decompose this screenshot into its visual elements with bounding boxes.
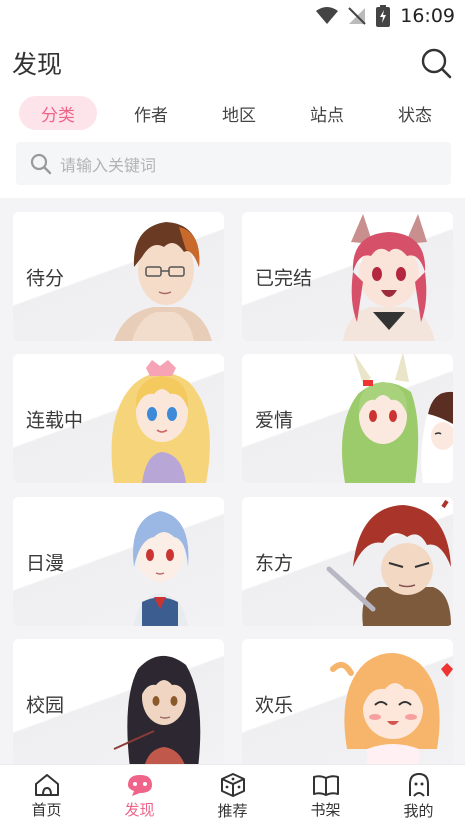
category-card[interactable]: 待分 [13,212,224,341]
category-label: 欢乐 [255,694,294,716]
category-grid: 待分 已完结 连载中 爱情 日漫 东方 校园 欢乐 [0,198,465,764]
nav-bookshelf[interactable]: 书架 [279,765,372,828]
tab-region[interactable]: 地区 [195,96,283,130]
status-time: 16:09 [400,5,455,27]
user-icon [408,772,429,797]
book-icon [312,775,339,796]
no-signal-icon [348,7,366,25]
nav-recommend[interactable]: 推荐 [186,765,279,828]
battery-charging-icon [376,5,391,27]
category-label: 连载中 [26,409,84,431]
category-card[interactable]: 日漫 [13,497,224,626]
category-card[interactable]: 爱情 [242,354,453,483]
category-card[interactable]: 校园 [13,639,224,764]
category-label: 已完结 [255,267,313,289]
nav-discover[interactable]: 发现 [93,765,186,828]
tab-site[interactable]: 站点 [283,96,371,130]
tab-author[interactable]: 作者 [107,96,195,130]
category-illustration [326,499,451,626]
search-button[interactable] [419,46,453,80]
home-icon [34,774,59,796]
category-label: 日漫 [26,552,65,574]
tab-category[interactable]: 分类 [19,96,97,130]
nav-home[interactable]: 首页 [0,765,93,828]
category-illustration [330,653,453,764]
header: 发现 [0,40,465,86]
dice-icon [220,773,245,797]
category-label: 校园 [26,694,65,716]
discover-icon [127,775,152,796]
search-icon [30,153,52,174]
search-icon [421,48,452,79]
filter-tabs: 分类 作者 地区 站点 状态 [19,96,459,130]
bottom-nav: 首页 发现 推荐 书架 我的 [0,764,465,828]
search-placeholder: 请输入关键词 [60,155,157,175]
category-card[interactable]: 欢乐 [242,639,453,764]
category-illustration [111,360,210,483]
category-card[interactable]: 已完结 [242,212,453,341]
category-label: 东方 [255,552,294,574]
wifi-icon [316,7,339,25]
category-illustration [113,656,201,764]
search-input[interactable]: 请输入关键词 [16,142,451,185]
category-label: 爱情 [255,409,294,431]
nav-profile[interactable]: 我的 [372,765,465,828]
category-card[interactable]: 东方 [242,497,453,626]
category-illustration [133,511,189,626]
status-bar: 16:09 [0,0,465,32]
category-illustration [114,222,212,341]
category-illustration [343,214,435,341]
category-card[interactable]: 连载中 [13,354,224,483]
category-label: 待分 [26,267,65,289]
page-title: 发现 [12,50,63,79]
category-illustration [341,354,453,483]
tab-status[interactable]: 状态 [371,96,459,130]
